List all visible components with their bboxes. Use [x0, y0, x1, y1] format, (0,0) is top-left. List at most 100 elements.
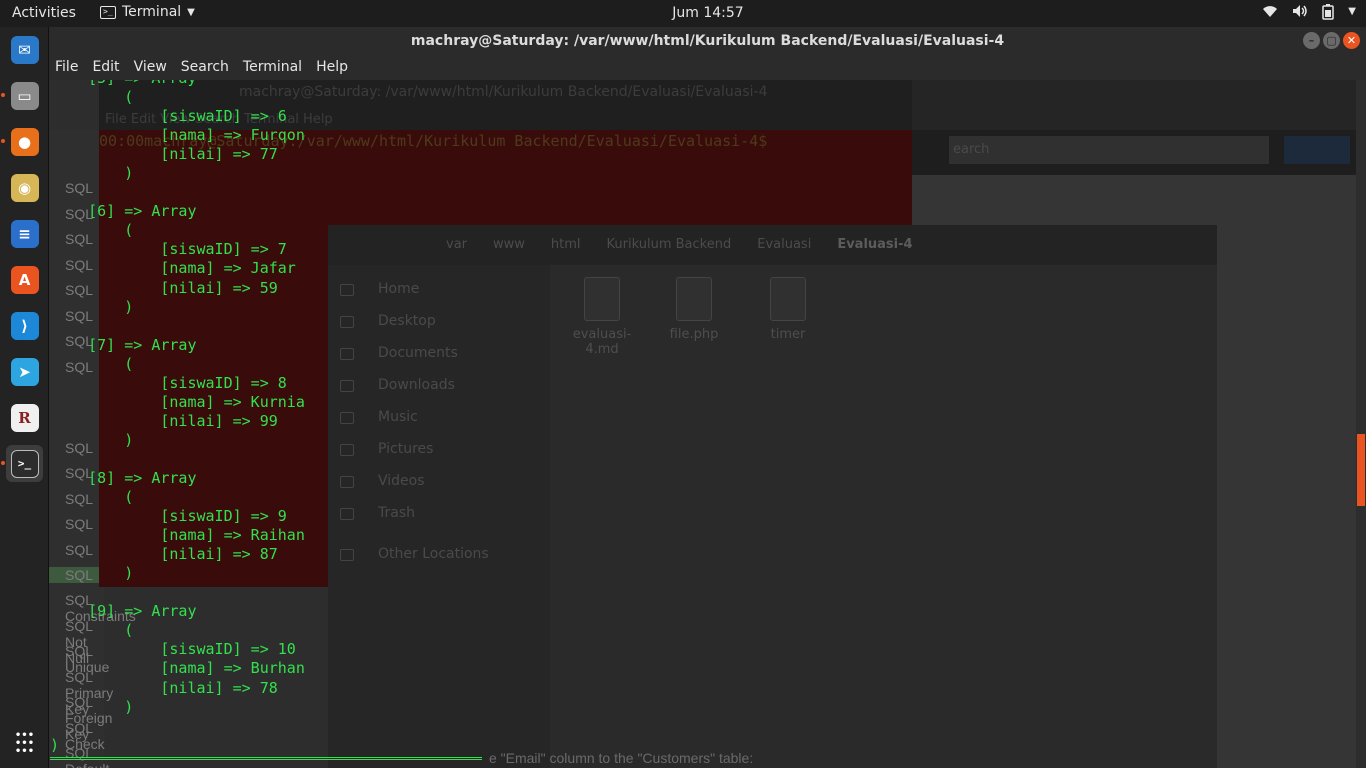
background-place: Trash	[378, 505, 415, 521]
terminal-output[interactable]: earch SQL SQL SQL SQL SQL SQL SQL SQL SQL SQL SQL S…	[49, 80, 1356, 768]
background-place-icon	[340, 444, 354, 456]
menu-help[interactable]: Help	[316, 59, 348, 80]
background-place-icon	[340, 476, 354, 488]
running-indicator	[1, 461, 5, 465]
terminal-line: )	[52, 164, 134, 183]
libreoffice-writer-icon: ≡	[10, 219, 39, 248]
chevron-down-icon[interactable]: ▼	[1348, 4, 1356, 24]
dock-item[interactable]: A	[6, 261, 43, 298]
terminal-line: [nilai] => 78	[52, 678, 278, 697]
telegram-icon: ➤	[10, 357, 39, 386]
minimize-button[interactable]: –	[1303, 32, 1320, 49]
background-file-item: evaluasi-4.md	[562, 277, 642, 357]
background-place-icon	[340, 348, 354, 360]
terminal-icon: >_	[10, 449, 39, 478]
background-breadcrumb: Evaluasi-4	[837, 237, 913, 252]
menu-view[interactable]: View	[134, 59, 167, 80]
rstudio-icon: R	[10, 403, 39, 432]
scrollbar-thumb[interactable]	[1357, 434, 1365, 506]
background-place-icon	[340, 549, 354, 561]
terminal-line: [9] => Array	[52, 602, 197, 621]
dock: ✉ ▭ ● ◉ ≡ A ⟩ ➤ R >_ ••• ••• •••	[0, 27, 49, 768]
software-center-icon: A	[10, 265, 39, 294]
background-breadcrumb: Kurikulum Backend	[606, 237, 732, 252]
close-button[interactable]: ✕	[1343, 32, 1360, 49]
terminal-line: )	[52, 564, 134, 583]
background-place: Pictures	[378, 441, 434, 457]
background-search-button	[1284, 136, 1350, 164]
background-place-icon	[340, 508, 354, 520]
dock-item[interactable]: ✉	[6, 31, 43, 68]
maximize-button[interactable]: ▢	[1323, 32, 1340, 49]
battery-icon[interactable]	[1322, 4, 1335, 24]
background-place: Desktop	[378, 313, 436, 329]
terminal-line: [siswaID] => 9	[52, 507, 287, 526]
dock-item[interactable]: ➤	[6, 353, 43, 390]
background-place: Music	[378, 409, 418, 425]
file-icon	[770, 277, 806, 321]
background-search-field: earch	[949, 136, 1269, 164]
dock-item[interactable]: ••• ••• •••	[6, 725, 43, 762]
menu-terminal[interactable]: Terminal	[243, 59, 302, 80]
thunderbird-icon: ✉	[10, 35, 39, 64]
clock[interactable]: Jum 14:57	[0, 5, 1366, 21]
wifi-icon[interactable]	[1262, 4, 1278, 24]
background-breadcrumb: var	[446, 237, 468, 252]
system-tray[interactable]: ▼	[1262, 4, 1356, 24]
background-breadcrumb: Evaluasi	[757, 237, 812, 252]
window-title: machray@Saturday: /var/www/html/Kurikulu…	[410, 33, 1005, 49]
terminal-line: )	[52, 430, 134, 449]
terminal-tail: )	[50, 736, 60, 754]
show-applications-icon: ••• ••• •••	[14, 729, 35, 757]
terminal-line: (	[52, 88, 134, 107]
terminal-line: )	[52, 697, 134, 716]
terminal-line: [nama] => Furqon	[52, 126, 305, 145]
window-titlebar[interactable]: machray@Saturday: /var/www/html/Kurikulu…	[49, 27, 1366, 55]
terminal-line: (	[52, 221, 134, 240]
background-place-icon	[340, 284, 354, 296]
background-place-icon	[340, 412, 354, 424]
terminal-line: [nama] => Jafar	[52, 259, 296, 278]
terminal-line: (	[52, 621, 134, 640]
files-icon: ▭	[10, 81, 39, 110]
background-place: Downloads	[378, 377, 455, 393]
firefox-icon: ●	[10, 127, 39, 156]
background-terminal-title: machray@Saturday: /var/www/html/Kurikulu…	[239, 84, 768, 100]
menu-file[interactable]: File	[55, 59, 78, 80]
dock-item[interactable]: R	[6, 399, 43, 436]
background-breadcrumb: html	[550, 237, 581, 252]
terminal-scrollbar[interactable]	[1356, 80, 1366, 768]
terminal-line: (	[52, 354, 134, 373]
terminal-line: [nilai] => 59	[52, 278, 278, 297]
dock-item[interactable]: ◉	[6, 169, 43, 206]
terminal-line: [5] => Array	[52, 80, 305, 88]
terminal-line: [6] => Array	[52, 202, 197, 221]
dock-item[interactable]: ●	[1, 123, 43, 160]
menu-edit[interactable]: Edit	[92, 59, 119, 80]
background-file-label: file.php	[669, 327, 719, 342]
dock-item[interactable]: ≡	[6, 215, 43, 252]
terminal-line: [nilai] => 87	[52, 545, 278, 564]
terminal-lines: [5] => Array ( [siswaID] => 6 [nama] => …	[52, 80, 305, 717]
terminal-line: )	[52, 297, 134, 316]
background-place: Home	[378, 281, 420, 297]
dock-item[interactable]: ⟩	[6, 307, 43, 344]
background-file-manager: var www html Kurikulum Backend Evaluasi Evalu…	[328, 225, 1217, 768]
background-file-item: file.php	[654, 277, 734, 342]
dock-item[interactable]: >_	[1, 445, 43, 482]
terminal-line: [nama] => Burhan	[52, 659, 305, 678]
menu-search[interactable]: Search	[181, 59, 229, 80]
background-place: Other Locations	[378, 546, 489, 562]
vscode-icon: ⟩	[10, 311, 39, 340]
dock-item[interactable]: ▭	[1, 77, 43, 114]
running-indicator	[1, 139, 5, 143]
background-place: Videos	[378, 473, 425, 489]
volume-icon[interactable]	[1292, 4, 1308, 24]
file-icon	[584, 277, 620, 321]
menu-bar: File Edit View Search Terminal Help	[49, 55, 1366, 80]
terminal-line: [siswaID] => 6	[52, 107, 287, 126]
rhythmbox-icon: ◉	[10, 173, 39, 202]
terminal-separator	[50, 757, 482, 766]
